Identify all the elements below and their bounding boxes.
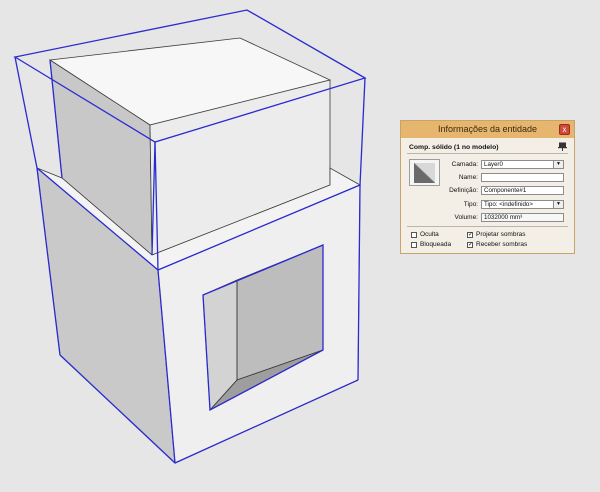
entity-info-panel: Informações da entidade x Comp. sólido (… — [400, 120, 575, 254]
layer-value: Layer0 — [484, 161, 503, 168]
cast-shadows-label: Projetar sombras — [476, 231, 526, 238]
receive-shadows-label: Receber sombras — [476, 241, 528, 248]
close-icon[interactable]: x — [559, 124, 570, 135]
cast-shadows-checkbox[interactable]: ✓ — [467, 232, 473, 238]
definition-input[interactable]: Componente#1 — [481, 186, 564, 195]
chevron-down-icon[interactable]: ▼ — [553, 201, 563, 208]
pin-icon[interactable] — [558, 142, 567, 151]
layer-label: Camada: — [451, 161, 478, 168]
chevron-down-icon[interactable]: ▼ — [553, 161, 563, 168]
hidden-checkbox[interactable] — [411, 232, 417, 238]
locked-checkbox[interactable] — [411, 242, 417, 248]
layer-select[interactable]: Layer0 ▼ — [481, 160, 564, 169]
receive-shadows-checkbox[interactable]: ✓ — [467, 242, 473, 248]
locked-label: Bloqueada — [420, 241, 452, 248]
name-input[interactable] — [481, 173, 564, 182]
volume-label: Volume: — [454, 214, 479, 221]
panel-title: Informações da entidade — [437, 124, 538, 134]
hidden-label: Oculta — [420, 231, 439, 238]
type-value: Tipo: <indefinido> — [484, 201, 533, 208]
type-select[interactable]: Tipo: <indefinido> ▼ — [481, 200, 564, 209]
entity-type-header: Comp. sólido (1 no modelo) — [409, 144, 499, 151]
type-label: Tipo: — [463, 201, 478, 208]
fields-divider — [407, 226, 568, 227]
volume-field: 1032000 mm³ — [481, 213, 564, 222]
panel-title-bar[interactable]: Informações da entidade x — [401, 121, 574, 138]
definition-label: Definição: — [449, 187, 478, 194]
definition-value: Componente#1 — [484, 187, 527, 194]
name-label: Name: — [458, 174, 478, 181]
volume-value: 1032000 mm³ — [484, 214, 523, 221]
header-divider — [407, 153, 568, 154]
